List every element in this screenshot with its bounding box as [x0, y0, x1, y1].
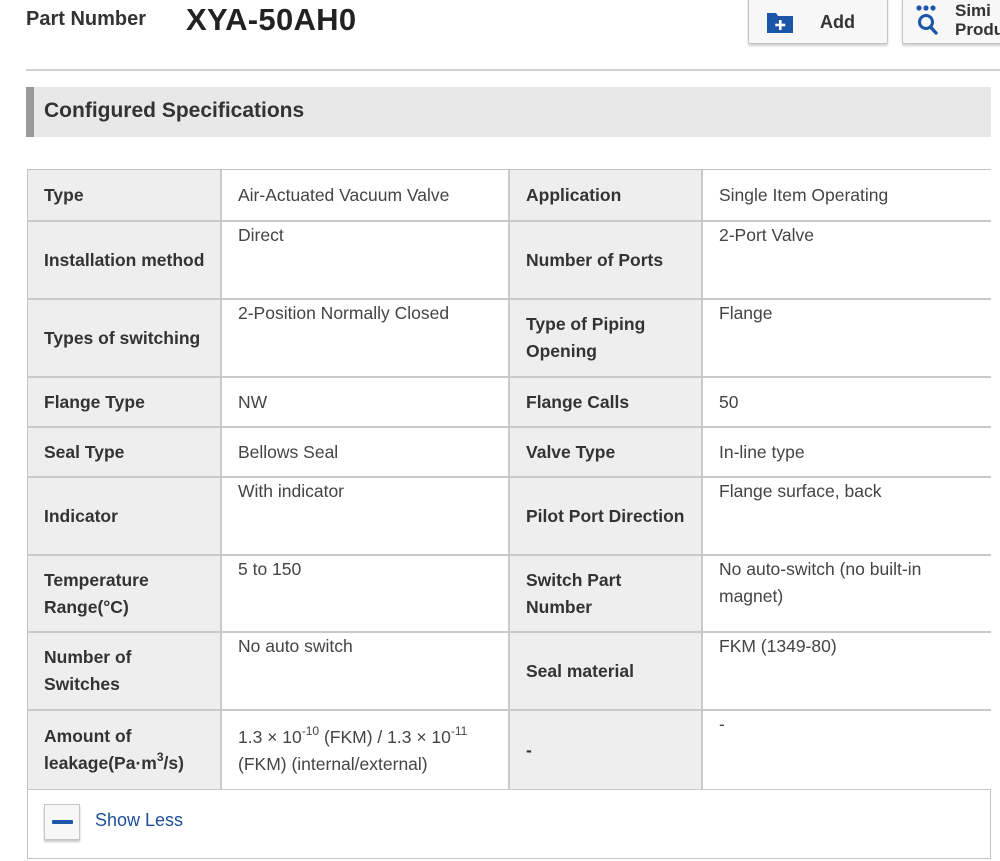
spec-label: Application [508, 170, 703, 222]
spec-value: In-line type [701, 426, 991, 478]
add-button-label: Add [820, 12, 855, 32]
spec-value: Flange surface, back [701, 476, 991, 556]
spec-value: NW [220, 376, 510, 428]
spec-label: Number of Switches [28, 631, 222, 711]
spec-label: Flange Type [28, 376, 222, 428]
table-row: Seal Type Bellows Seal Valve Type In-lin… [28, 426, 991, 478]
add-button[interactable]: Add [748, 0, 888, 44]
spec-label: Seal Type [28, 426, 222, 478]
search-similar-icon [916, 5, 938, 35]
table-row: Temperature Range(°C) 5 to 150 Switch Pa… [28, 554, 991, 633]
spec-value: With indicator [220, 476, 510, 556]
folder-plus-icon [767, 13, 793, 33]
spec-value: Bellows Seal [220, 426, 510, 478]
spec-label: Seal material [508, 631, 703, 711]
part-number-label: Part Number [26, 8, 147, 30]
leakage-label: Amount of leakage(Pa·m3/s) [28, 709, 222, 791]
part-number-value: XYA-50AH0 [186, 2, 357, 37]
spec-value: Single Item Operating [701, 170, 991, 222]
spec-label: - [508, 709, 703, 791]
spec-value: Direct [220, 220, 510, 300]
spec-label: Type of Piping Opening [508, 298, 703, 378]
spec-label: Switch Part Number [508, 554, 703, 633]
spec-value: 50 [701, 376, 991, 428]
table-row: Installation method Direct Number of Por… [28, 220, 991, 300]
table-row: Amount of leakage(Pa·m3/s) 1.3 × 10-10 (… [28, 709, 991, 791]
spec-value: 2-Position Normally Closed [220, 298, 510, 378]
minus-icon [52, 820, 73, 824]
specifications-table: Type Air-Actuated Vacuum Valve Applicati… [27, 169, 991, 859]
spec-value: No auto switch [220, 631, 510, 711]
spec-label: Flange Calls [508, 376, 703, 428]
table-row: Number of Switches No auto switch Seal m… [28, 631, 991, 711]
spec-value: Flange [701, 298, 991, 378]
header-divider [26, 69, 1000, 71]
leakage-value: 1.3 × 10-10 (FKM) / 1.3 × 10-11 (FKM) (i… [220, 709, 510, 791]
spec-value: No auto-switch (no built-in magnet) [701, 554, 991, 633]
table-row: Types of switching 2-Position Normally C… [28, 298, 991, 378]
spec-value: FKM (1349-80) [701, 631, 991, 711]
table-row: Indicator With indicator Pilot Port Dire… [28, 476, 991, 556]
spec-label: Indicator [28, 476, 222, 556]
show-less-toggle[interactable] [44, 804, 80, 840]
spec-label: Type [28, 170, 222, 222]
section-title: Configured Specifications [44, 99, 305, 122]
spec-value: 2-Port Valve [701, 220, 991, 300]
table-row: Type Air-Actuated Vacuum Valve Applicati… [28, 170, 991, 222]
similar-products-label: Simi Produ [955, 1, 1000, 39]
spec-value: 5 to 150 [220, 554, 510, 633]
spec-value: Air-Actuated Vacuum Valve [220, 170, 510, 222]
spec-label: Types of switching [28, 298, 222, 378]
table-row: Flange Type NW Flange Calls 50 [28, 376, 991, 428]
spec-label: Valve Type [508, 426, 703, 478]
spec-label: Temperature Range(°C) [28, 554, 222, 633]
spec-label: Installation method [28, 220, 222, 300]
table-footer: Show Less [28, 790, 990, 858]
spec-table: Type Air-Actuated Vacuum Valve Applicati… [28, 170, 991, 791]
similar-products-button[interactable]: Simi Produ [902, 0, 1000, 44]
spec-label: Number of Ports [508, 220, 703, 300]
spec-label: Pilot Port Direction [508, 476, 703, 556]
section-header: Configured Specifications [26, 87, 991, 137]
show-less-link[interactable]: Show Less [95, 810, 183, 831]
spec-value: - [701, 709, 991, 791]
part-header: Part Number XYA-50AH0 Add Simi Produ [0, 0, 1000, 70]
